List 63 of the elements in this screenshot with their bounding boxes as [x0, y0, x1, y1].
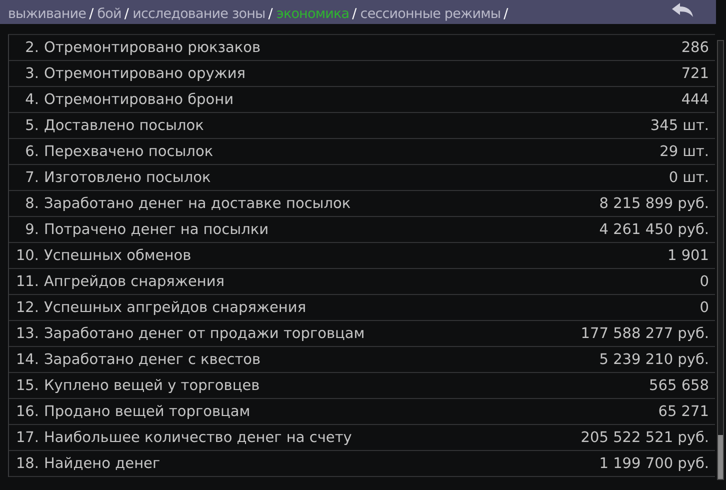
stat-label: Перехвачено посылок	[44, 144, 214, 160]
stat-value: 1 901	[667, 248, 709, 264]
breadcrumb-separator: /	[89, 6, 94, 22]
stat-value: 0	[700, 274, 709, 290]
stat-value: 0 шт.	[668, 170, 709, 186]
row-number: 13.	[14, 326, 39, 342]
row-number: 15.	[14, 378, 39, 394]
breadcrumb-separator: /	[124, 6, 129, 22]
row-number: 8.	[24, 196, 39, 212]
breadcrumb-tab[interactable]: бой	[97, 6, 122, 22]
breadcrumb-tab[interactable]: экономика	[276, 6, 350, 22]
stat-value: 565 658	[649, 378, 709, 394]
stat-value: 4 261 450 руб.	[599, 222, 709, 238]
row-number: 18.	[14, 456, 39, 472]
scrollbar-thumb[interactable]	[718, 435, 723, 479]
stat-label: Апгрейдов снаряжения	[44, 274, 224, 290]
breadcrumb-separator: /	[268, 6, 272, 22]
stat-label: Заработано денег на доставке посылок	[44, 196, 351, 212]
stat-value: 0	[700, 300, 709, 316]
row-number: 11.	[14, 274, 39, 290]
row-number: 7.	[24, 170, 39, 186]
breadcrumb-tab[interactable]: сессионные режимы	[360, 6, 501, 22]
stat-value: 8 215 899 руб.	[599, 196, 709, 212]
row-number: 14.	[14, 352, 39, 368]
stat-value: 444	[681, 92, 709, 108]
stat-label: Изготовлено посылок	[44, 170, 211, 186]
stat-label: Найдено денег	[44, 456, 160, 472]
row-number: 3.	[24, 66, 39, 82]
stat-label: Куплено вещей у торговцев	[44, 378, 260, 394]
stat-value: 205 522 521 руб.	[580, 430, 709, 446]
stat-label: Успешных обменов	[44, 248, 192, 264]
stat-value: 345 шт.	[650, 118, 709, 134]
stat-label: Отремонтировано оружия	[44, 66, 246, 82]
stat-value: 721	[681, 66, 709, 82]
row-number: 16.	[14, 404, 39, 420]
stat-label: Успешных апгрейдов снаряжения	[44, 300, 306, 316]
stat-label: Доставлено посылок	[44, 118, 204, 134]
stat-value: 29 шт.	[660, 144, 709, 160]
stat-value: 65 271	[658, 404, 709, 420]
breadcrumb-tab[interactable]: исследование зоны	[132, 6, 266, 22]
row-number: 6.	[24, 144, 39, 160]
stat-label: Наибольшее количество денег на счету	[44, 430, 352, 446]
row-number: 17.	[14, 430, 39, 446]
stat-label: Продано вещей торговцам	[44, 404, 250, 420]
stat-label: Отремонтировано рюкзаков	[44, 40, 261, 56]
stat-label: Потрачено денег на посылки	[44, 222, 269, 238]
breadcrumb-tab[interactable]: выживание	[8, 6, 86, 22]
stat-value: 177 588 277 руб.	[580, 326, 709, 342]
stat-value: 286	[681, 40, 709, 56]
row-number: 5.	[24, 118, 39, 134]
scrollbar[interactable]	[717, 40, 724, 480]
stat-label: Заработано денег с квестов	[44, 352, 261, 368]
row-number: 12.	[14, 300, 39, 316]
row-number: 4.	[24, 92, 39, 108]
row-number: 2.	[24, 40, 39, 56]
row-number: 9.	[24, 222, 39, 238]
breadcrumb-separator: /	[352, 6, 356, 22]
stat-label: Отремонтировано брони	[44, 92, 234, 108]
stat-label: Заработано денег от продажи торговцам	[44, 326, 365, 342]
row-number: 10.	[14, 248, 39, 264]
stat-value: 5 239 210 руб.	[599, 352, 709, 368]
breadcrumb-separator: /	[504, 6, 508, 22]
stat-value: 1 199 700 руб.	[599, 456, 709, 472]
